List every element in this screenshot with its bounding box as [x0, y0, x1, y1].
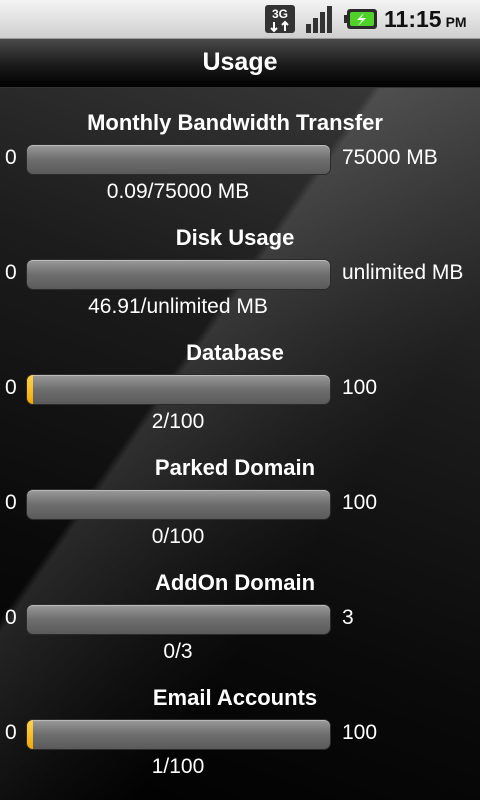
usage-min-label: 0: [5, 606, 17, 629]
page-title: Usage: [0, 39, 480, 88]
usage-progress-bar: [27, 145, 330, 174]
usage-progress-fill: [27, 720, 34, 749]
usage-progress-bar: [27, 490, 330, 519]
usage-progress-bar: [27, 720, 330, 749]
usage-min-label: 0: [5, 721, 17, 744]
signal-icon: [306, 6, 332, 33]
usage-value-label: 0/100: [151, 525, 205, 548]
clock: 11:15 PM: [384, 6, 467, 33]
usage-progress-bar: [27, 375, 330, 404]
usage-list[interactable]: Monthly Bandwidth Transfer 0 75000 MB 0.…: [0, 88, 480, 800]
usage-value-label: 1/100: [151, 755, 205, 778]
usage-min-label: 0: [5, 146, 17, 169]
3g-data-icon: 3G: [265, 5, 295, 33]
usage-min-label: 0: [5, 491, 17, 514]
battery-charging-icon: [344, 9, 377, 29]
usage-value-label: 0/3: [163, 640, 193, 663]
usage-value-label: 0.09/75000 MB: [106, 180, 250, 203]
usage-item-email-accounts: Email Accounts 0 100 1/100: [0, 685, 480, 800]
usage-max-label: 3: [342, 606, 354, 629]
usage-value-label: 46.91/unlimited MB: [88, 295, 268, 318]
usage-item-database: Database 0 100 2/100: [0, 340, 480, 455]
usage-item-title: Disk Usage: [175, 225, 295, 250]
usage-max-label: 100: [342, 376, 378, 399]
usage-item-disk: Disk Usage 0 unlimited MB 46.91/unlimite…: [0, 225, 480, 340]
usage-max-label: 75000 MB: [342, 146, 438, 169]
usage-item-addon-domain: AddOn Domain 0 3 0/3: [0, 570, 480, 685]
usage-value-label: 2/100: [151, 410, 205, 433]
usage-min-label: 0: [5, 376, 17, 399]
usage-item-parked-domain: Parked Domain 0 100 0/100: [0, 455, 480, 570]
usage-progress-bar: [27, 260, 330, 289]
svg-text:3G: 3G: [272, 7, 288, 21]
clock-ampm: PM: [445, 14, 467, 30]
usage-max-label: 100: [342, 491, 378, 514]
usage-progress-fill: [27, 375, 34, 404]
usage-item-title: Parked Domain: [154, 455, 316, 480]
status-bar: 3G 11:15 PM: [0, 0, 480, 39]
usage-item-title: AddOn Domain: [154, 570, 316, 595]
usage-item-title: Database: [186, 340, 284, 365]
usage-max-label: 100: [342, 721, 378, 744]
usage-item-bandwidth: Monthly Bandwidth Transfer 0 75000 MB 0.…: [0, 110, 480, 225]
usage-item-title: Email Accounts: [152, 685, 318, 710]
usage-max-label: unlimited MB: [342, 261, 464, 284]
clock-time: 11:15: [384, 6, 442, 32]
usage-item-title: Monthly Bandwidth Transfer: [87, 110, 383, 135]
usage-min-label: 0: [5, 261, 17, 284]
usage-progress-bar: [27, 605, 330, 634]
